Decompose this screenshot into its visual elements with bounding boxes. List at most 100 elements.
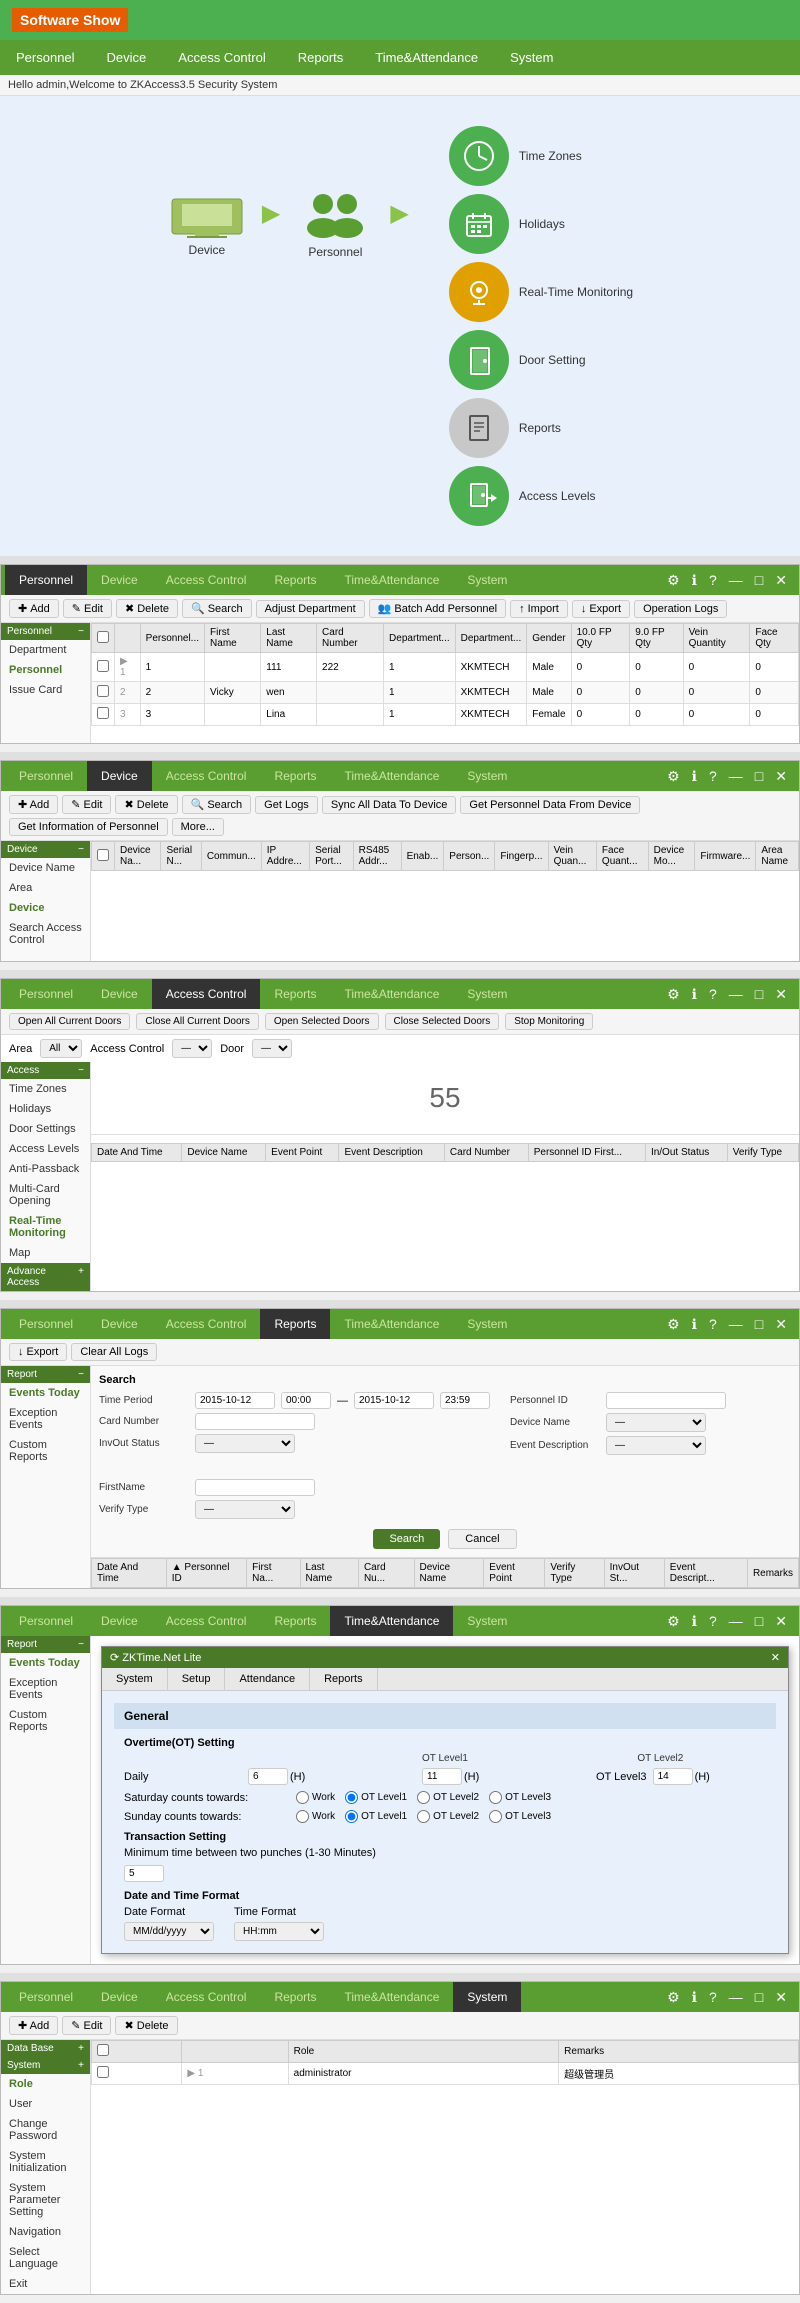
minimize-icon[interactable]: — bbox=[725, 1611, 747, 1632]
saturday-work-radio[interactable] bbox=[296, 1791, 309, 1804]
device-nav-access[interactable]: Access Control bbox=[152, 761, 261, 791]
minimize-icon[interactable]: — bbox=[725, 1314, 747, 1335]
nav-device[interactable]: Device bbox=[91, 40, 163, 75]
saturday-ot3-radio[interactable] bbox=[489, 1791, 502, 1804]
sidebar-item-ta-custom[interactable]: Custom Reports bbox=[1, 1705, 90, 1737]
batch-add-button[interactable]: 👥 Batch Add Personnel bbox=[369, 599, 506, 618]
restore-icon[interactable]: □ bbox=[751, 1611, 767, 1632]
access-nav-personnel[interactable]: Personnel bbox=[5, 979, 87, 1009]
close-icon[interactable]: ✕ bbox=[771, 984, 791, 1005]
card-number-input[interactable] bbox=[195, 1413, 315, 1430]
system-nav-access[interactable]: Access Control bbox=[152, 1982, 261, 2012]
minimize-icon[interactable]: — bbox=[725, 570, 747, 591]
settings-icon[interactable]: ⚙ bbox=[663, 1314, 684, 1335]
access-nav-device[interactable]: Device bbox=[87, 979, 152, 1009]
access-nav-reports[interactable]: Reports bbox=[260, 979, 330, 1009]
info-icon[interactable]: ℹ bbox=[688, 766, 701, 787]
personnel-section-expand[interactable]: − bbox=[78, 626, 84, 637]
ta-nav-access[interactable]: Access Control bbox=[152, 1606, 261, 1636]
sidebar-item-ta-events[interactable]: Events Today bbox=[1, 1653, 90, 1673]
close-icon[interactable]: ✕ bbox=[771, 766, 791, 787]
device-nav-device[interactable]: Device bbox=[87, 761, 152, 791]
popup-nav-system[interactable]: System bbox=[102, 1668, 168, 1690]
time-end-time-input[interactable] bbox=[440, 1392, 490, 1409]
system-nav-personnel[interactable]: Personnel bbox=[5, 1982, 87, 2012]
help-icon[interactable]: ? bbox=[705, 766, 721, 787]
restore-icon[interactable]: □ bbox=[751, 766, 767, 787]
settings-icon[interactable]: ⚙ bbox=[663, 1987, 684, 2008]
ta-nav-system[interactable]: System bbox=[453, 1606, 521, 1636]
db-section-expand[interactable]: + bbox=[78, 2043, 84, 2054]
saturday-ot1-radio[interactable] bbox=[345, 1791, 358, 1804]
sidebar-item-events-today[interactable]: Events Today bbox=[1, 1383, 90, 1403]
search-cancel-button[interactable]: Cancel bbox=[448, 1529, 516, 1549]
personnel-nav-ta[interactable]: Time&Attendance bbox=[330, 565, 453, 595]
sunday-work-radio[interactable] bbox=[296, 1810, 309, 1823]
more-button[interactable]: More... bbox=[172, 818, 224, 836]
sidebar-item-issue-card[interactable]: Issue Card bbox=[1, 680, 90, 700]
report-section-expand[interactable]: − bbox=[78, 1369, 84, 1380]
sunday-ot1-radio[interactable] bbox=[345, 1810, 358, 1823]
nav-personnel[interactable]: Personnel bbox=[0, 40, 91, 75]
popup-nav-reports[interactable]: Reports bbox=[310, 1668, 378, 1690]
help-icon[interactable]: ? bbox=[705, 1987, 721, 2008]
settings-icon[interactable]: ⚙ bbox=[663, 1611, 684, 1632]
personnel-sidebar-section[interactable]: Personnel − bbox=[1, 623, 90, 640]
personnel-nav-personnel[interactable]: Personnel bbox=[5, 565, 87, 595]
sidebar-item-ta-exception[interactable]: Exception Events bbox=[1, 1673, 90, 1705]
select-all-checkbox[interactable] bbox=[97, 849, 109, 861]
table-row[interactable]: ▶ 1 1 111 222 1 XKMTECH Male 0 0 0 0 bbox=[92, 653, 799, 682]
access-sidebar-section[interactable]: Access − bbox=[1, 1062, 90, 1079]
system-sidebar-db[interactable]: Data Base + bbox=[1, 2040, 90, 2057]
add-button[interactable]: ✚ Add bbox=[9, 599, 59, 618]
personnel-nav-device[interactable]: Device bbox=[87, 565, 152, 595]
system-nav-reports[interactable]: Reports bbox=[260, 1982, 330, 2012]
sidebar-item-change-pwd[interactable]: Change Password bbox=[1, 2114, 90, 2146]
close-icon[interactable]: ✕ bbox=[771, 1611, 791, 1632]
sidebar-item-anti-passback[interactable]: Anti-Passback bbox=[1, 1159, 90, 1179]
access-nav-system[interactable]: System bbox=[453, 979, 521, 1009]
sync-all-button[interactable]: Sync All Data To Device bbox=[322, 796, 457, 814]
sidebar-item-user[interactable]: User bbox=[1, 2094, 90, 2114]
search-button[interactable]: 🔍 Search bbox=[182, 599, 252, 618]
advance-section-expand[interactable]: + bbox=[78, 1266, 84, 1288]
ta-section-expand[interactable]: − bbox=[78, 1639, 84, 1650]
sidebar-item-exception[interactable]: Exception Events bbox=[1, 1403, 90, 1435]
close-icon[interactable]: ✕ bbox=[771, 1987, 791, 2008]
reports-nav-device[interactable]: Device bbox=[87, 1309, 152, 1339]
edit-button[interactable]: ✎ Edit bbox=[63, 599, 112, 618]
sidebar-item-personnel[interactable]: Personnel bbox=[1, 660, 90, 680]
info-icon[interactable]: ℹ bbox=[688, 570, 701, 591]
settings-icon[interactable]: ⚙ bbox=[663, 570, 684, 591]
reports-nav-access[interactable]: Access Control bbox=[152, 1309, 261, 1339]
system-nav-ta[interactable]: Time&Attendance bbox=[330, 1982, 453, 2012]
area-select[interactable]: All bbox=[40, 1039, 82, 1058]
time-end-input[interactable] bbox=[354, 1392, 434, 1409]
access-section-expand[interactable]: − bbox=[78, 1065, 84, 1076]
reports-nav-system[interactable]: System bbox=[453, 1309, 521, 1339]
system-sidebar-sys[interactable]: System + bbox=[1, 2057, 90, 2074]
time-start-time-input[interactable] bbox=[281, 1392, 331, 1409]
stop-monitoring-button[interactable]: Stop Monitoring bbox=[505, 1013, 593, 1030]
adjust-dept-button[interactable]: Adjust Department bbox=[256, 600, 365, 618]
row-checkbox[interactable] bbox=[97, 2066, 109, 2078]
sidebar-item-rtm[interactable]: Real-Time Monitoring bbox=[1, 1211, 90, 1243]
system-nav-device[interactable]: Device bbox=[87, 1982, 152, 2012]
door-select[interactable]: — bbox=[252, 1039, 292, 1058]
open-selected-doors-button[interactable]: Open Selected Doors bbox=[265, 1013, 379, 1030]
ac-select[interactable]: — bbox=[172, 1039, 212, 1058]
time-format-select[interactable]: HH:mm bbox=[234, 1922, 324, 1941]
nav-system[interactable]: System bbox=[494, 40, 569, 75]
sidebar-item-multi-card[interactable]: Multi-Card Opening bbox=[1, 1179, 90, 1211]
ta-nav-reports[interactable]: Reports bbox=[260, 1606, 330, 1636]
sidebar-item-holidays[interactable]: Holidays bbox=[1, 1099, 90, 1119]
row-checkbox[interactable] bbox=[97, 660, 109, 672]
close-icon[interactable]: ✕ bbox=[771, 1314, 791, 1335]
reports-nav-personnel[interactable]: Personnel bbox=[5, 1309, 87, 1339]
device-nav-ta[interactable]: Time&Attendance bbox=[330, 761, 453, 791]
add-button[interactable]: ✚ Add bbox=[9, 795, 58, 814]
reports-sidebar-section[interactable]: Report − bbox=[1, 1366, 90, 1383]
minimize-icon[interactable]: — bbox=[725, 766, 747, 787]
help-icon[interactable]: ? bbox=[705, 570, 721, 591]
system-nav-system[interactable]: System bbox=[453, 1982, 521, 2012]
